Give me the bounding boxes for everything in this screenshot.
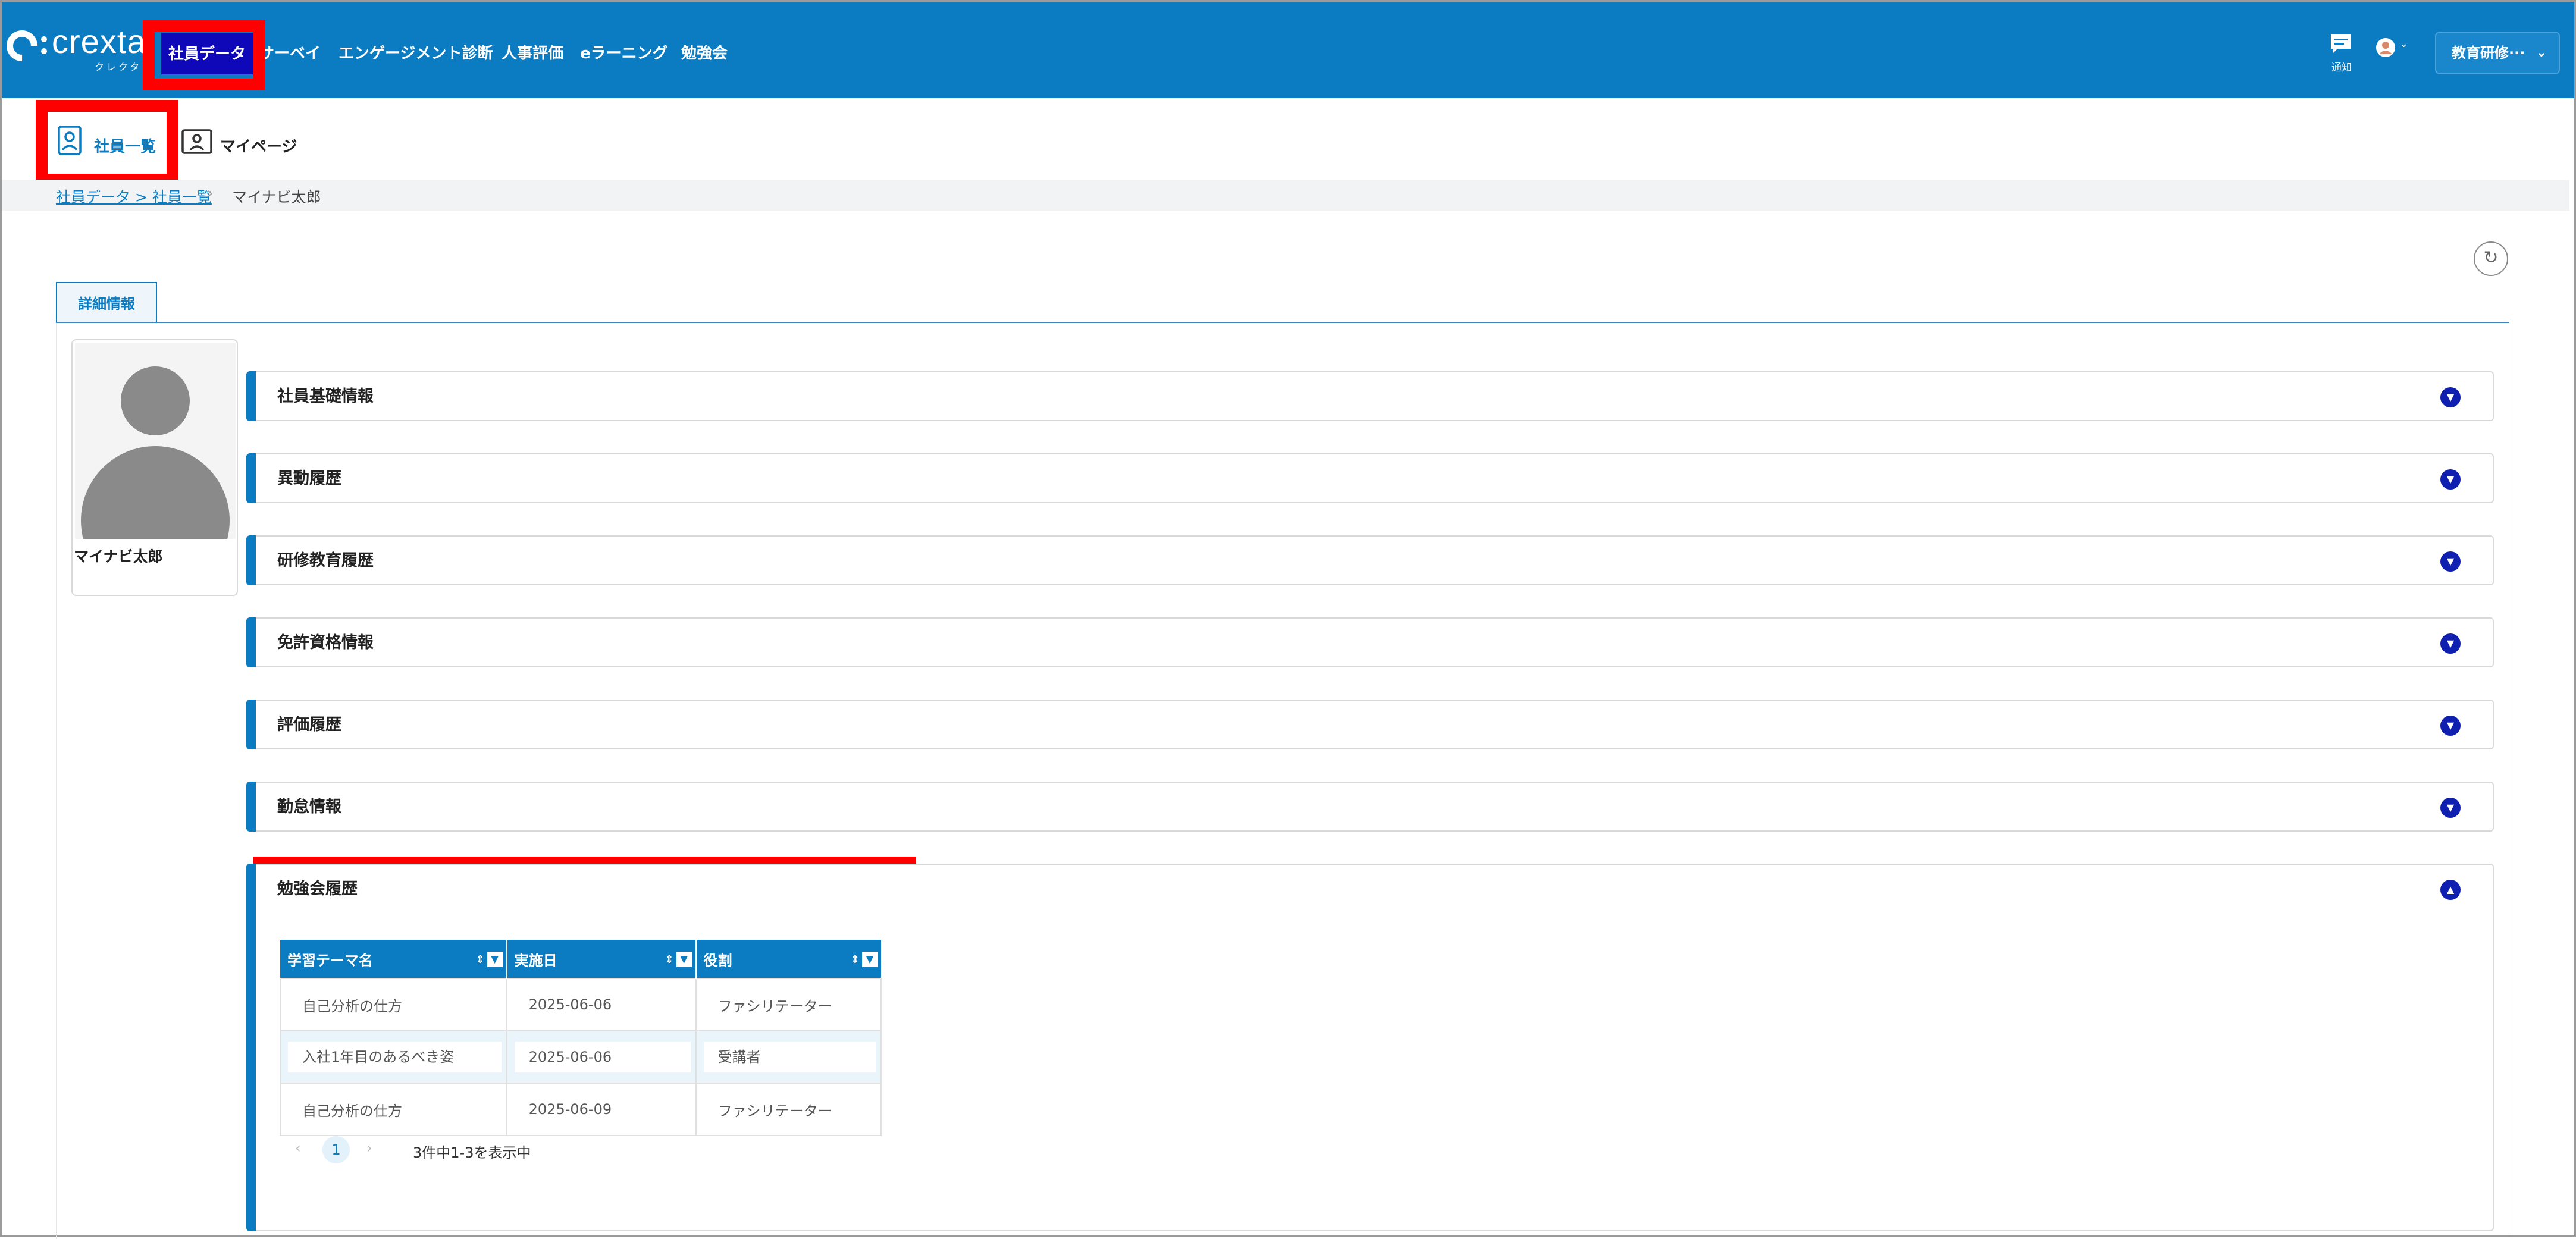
table-row[interactable]: 自己分析の仕方 2025-06-09 ファシリテーター bbox=[280, 1083, 882, 1136]
section-transfer-history[interactable]: 異動履歴 ▼ bbox=[246, 453, 2494, 503]
column-header-theme[interactable]: 学習テーマ名 ⇕ ▼ bbox=[280, 940, 507, 978]
section-title: 評価履歴 bbox=[277, 716, 341, 734]
subnav-mypage-label: マイページ bbox=[220, 138, 297, 156]
logo-mark-icon bbox=[0, 24, 44, 68]
section-training-history[interactable]: 研修教育履歴 ▼ bbox=[246, 535, 2494, 585]
chevron-right-icon[interactable]: › bbox=[366, 1140, 372, 1156]
table-row[interactable]: 入社1年目のあるべき姿 2025-06-06 受講者 bbox=[280, 1030, 882, 1084]
tab-detail-info[interactable]: 詳細情報 bbox=[56, 282, 157, 322]
chevron-down-icon[interactable]: ▼ bbox=[2440, 551, 2461, 572]
cell-date: 2025-06-06 bbox=[514, 1042, 691, 1072]
notification-label: 通知 bbox=[2331, 62, 2352, 74]
chevron-down-icon[interactable]: ▼ bbox=[2440, 633, 2461, 654]
chevron-down-icon: ⌄ bbox=[2399, 37, 2409, 50]
nav-engagement[interactable]: エンゲージメント診断 bbox=[339, 2, 493, 98]
column-header-date[interactable]: 実施日 ⇕ ▼ bbox=[506, 940, 697, 978]
nav-study-group[interactable]: 勉強会 bbox=[681, 2, 728, 98]
highlight-nav bbox=[143, 20, 265, 90]
page-number-button[interactable]: 1 bbox=[322, 1136, 350, 1163]
chevron-down-icon[interactable]: ▼ bbox=[2440, 716, 2461, 736]
sort-icon[interactable]: ⇕ bbox=[476, 953, 485, 966]
user-icon bbox=[2376, 38, 2395, 57]
section-license-info[interactable]: 免許資格情報 ▼ bbox=[246, 617, 2494, 667]
sort-icon[interactable]: ⇕ bbox=[851, 953, 860, 966]
table-row[interactable]: 自己分析の仕方 2025-06-06 ファシリテーター bbox=[280, 978, 882, 1031]
section-evaluation-history[interactable]: 評価履歴 ▼ bbox=[246, 700, 2494, 749]
profile-card-icon bbox=[181, 129, 212, 154]
pagination-info: 3件中1-3を表示中 bbox=[413, 1144, 531, 1161]
notification-button[interactable]: 通知 bbox=[2329, 33, 2353, 74]
chevron-down-icon: ⌄ bbox=[2536, 45, 2547, 60]
cell-role: ファシリテーター bbox=[695, 978, 882, 1031]
breadcrumb-separator-icon: › bbox=[207, 184, 214, 202]
org-select-value: 教育研修··· bbox=[2452, 45, 2525, 61]
filter-icon[interactable]: ▼ bbox=[487, 952, 503, 967]
section-title: 社員基礎情報 bbox=[277, 387, 374, 406]
breadcrumb bbox=[2, 180, 2569, 211]
nav-hr-evaluation[interactable]: 人事評価 bbox=[502, 2, 563, 98]
chevron-down-icon[interactable]: ▼ bbox=[2440, 387, 2461, 407]
study-history-table: 学習テーマ名 ⇕ ▼ 実施日 ⇕ ▼ 役割 ⇕ ▼ 自己分析の仕方 2025-06-0… bbox=[280, 940, 882, 1136]
section-basic-info[interactable]: 社員基礎情報 ▼ bbox=[246, 371, 2494, 421]
cell-role: ファシリテーター bbox=[695, 1083, 882, 1136]
cell-theme: 入社1年目のあるべき姿 bbox=[288, 1042, 502, 1072]
brand-sub: クレクタ bbox=[95, 61, 142, 73]
section-title: 研修教育履歴 bbox=[277, 551, 374, 570]
refresh-icon: ↻ bbox=[2483, 247, 2499, 268]
chevron-left-icon[interactable]: ‹ bbox=[295, 1140, 301, 1156]
section-title: 免許資格情報 bbox=[277, 633, 374, 652]
section-title: 勉強会履歴 bbox=[277, 880, 358, 898]
section-attendance-info[interactable]: 勤怠情報 ▼ bbox=[246, 782, 2494, 832]
profile-card: マイナビ太郎 bbox=[71, 339, 238, 596]
chat-icon bbox=[2331, 34, 2351, 54]
id-card-icon bbox=[58, 126, 82, 155]
top-nav-bar: crexta クレクタ 社員データ サーベイ エンゲージメント診断 人事評価 e… bbox=[0, 2, 2574, 98]
brand-name: crexta bbox=[52, 23, 146, 60]
cell-date: 2025-06-09 bbox=[506, 1083, 697, 1136]
user-menu-button[interactable]: ⌄ bbox=[2376, 37, 2408, 60]
subnav-employee-list-label: 社員一覧 bbox=[94, 138, 156, 156]
nav-survey[interactable]: サーベイ bbox=[259, 2, 321, 98]
chevron-down-icon[interactable]: ▼ bbox=[2440, 469, 2461, 490]
filter-icon[interactable]: ▼ bbox=[862, 952, 878, 967]
breadcrumb-current: マイナビ太郎 bbox=[232, 189, 321, 206]
column-header-role[interactable]: 役割 ⇕ ▼ bbox=[695, 940, 881, 978]
cell-theme: 自己分析の仕方 bbox=[280, 1083, 507, 1136]
section-title: 勤怠情報 bbox=[277, 798, 341, 816]
profile-name: マイナビ太郎 bbox=[74, 548, 163, 565]
refresh-button[interactable]: ↻ bbox=[2474, 241, 2508, 276]
sort-icon[interactable]: ⇕ bbox=[665, 953, 674, 966]
filter-icon[interactable]: ▼ bbox=[676, 952, 692, 967]
chevron-up-icon[interactable]: ▲ bbox=[2440, 880, 2461, 900]
cell-role: 受講者 bbox=[703, 1042, 876, 1072]
chevron-down-icon[interactable]: ▼ bbox=[2440, 798, 2461, 818]
cell-date: 2025-06-06 bbox=[506, 978, 697, 1031]
brand-logo[interactable]: crexta クレクタ bbox=[0, 20, 146, 73]
breadcrumb-link[interactable]: 社員データ > 社員一覧 bbox=[56, 186, 212, 207]
org-select[interactable]: 教育研修··· ⌄ bbox=[2435, 32, 2560, 74]
avatar bbox=[75, 343, 236, 539]
section-title: 異動履歴 bbox=[277, 469, 341, 488]
cell-theme: 自己分析の仕方 bbox=[280, 978, 507, 1031]
nav-elearning[interactable]: eラーニング bbox=[580, 2, 668, 98]
